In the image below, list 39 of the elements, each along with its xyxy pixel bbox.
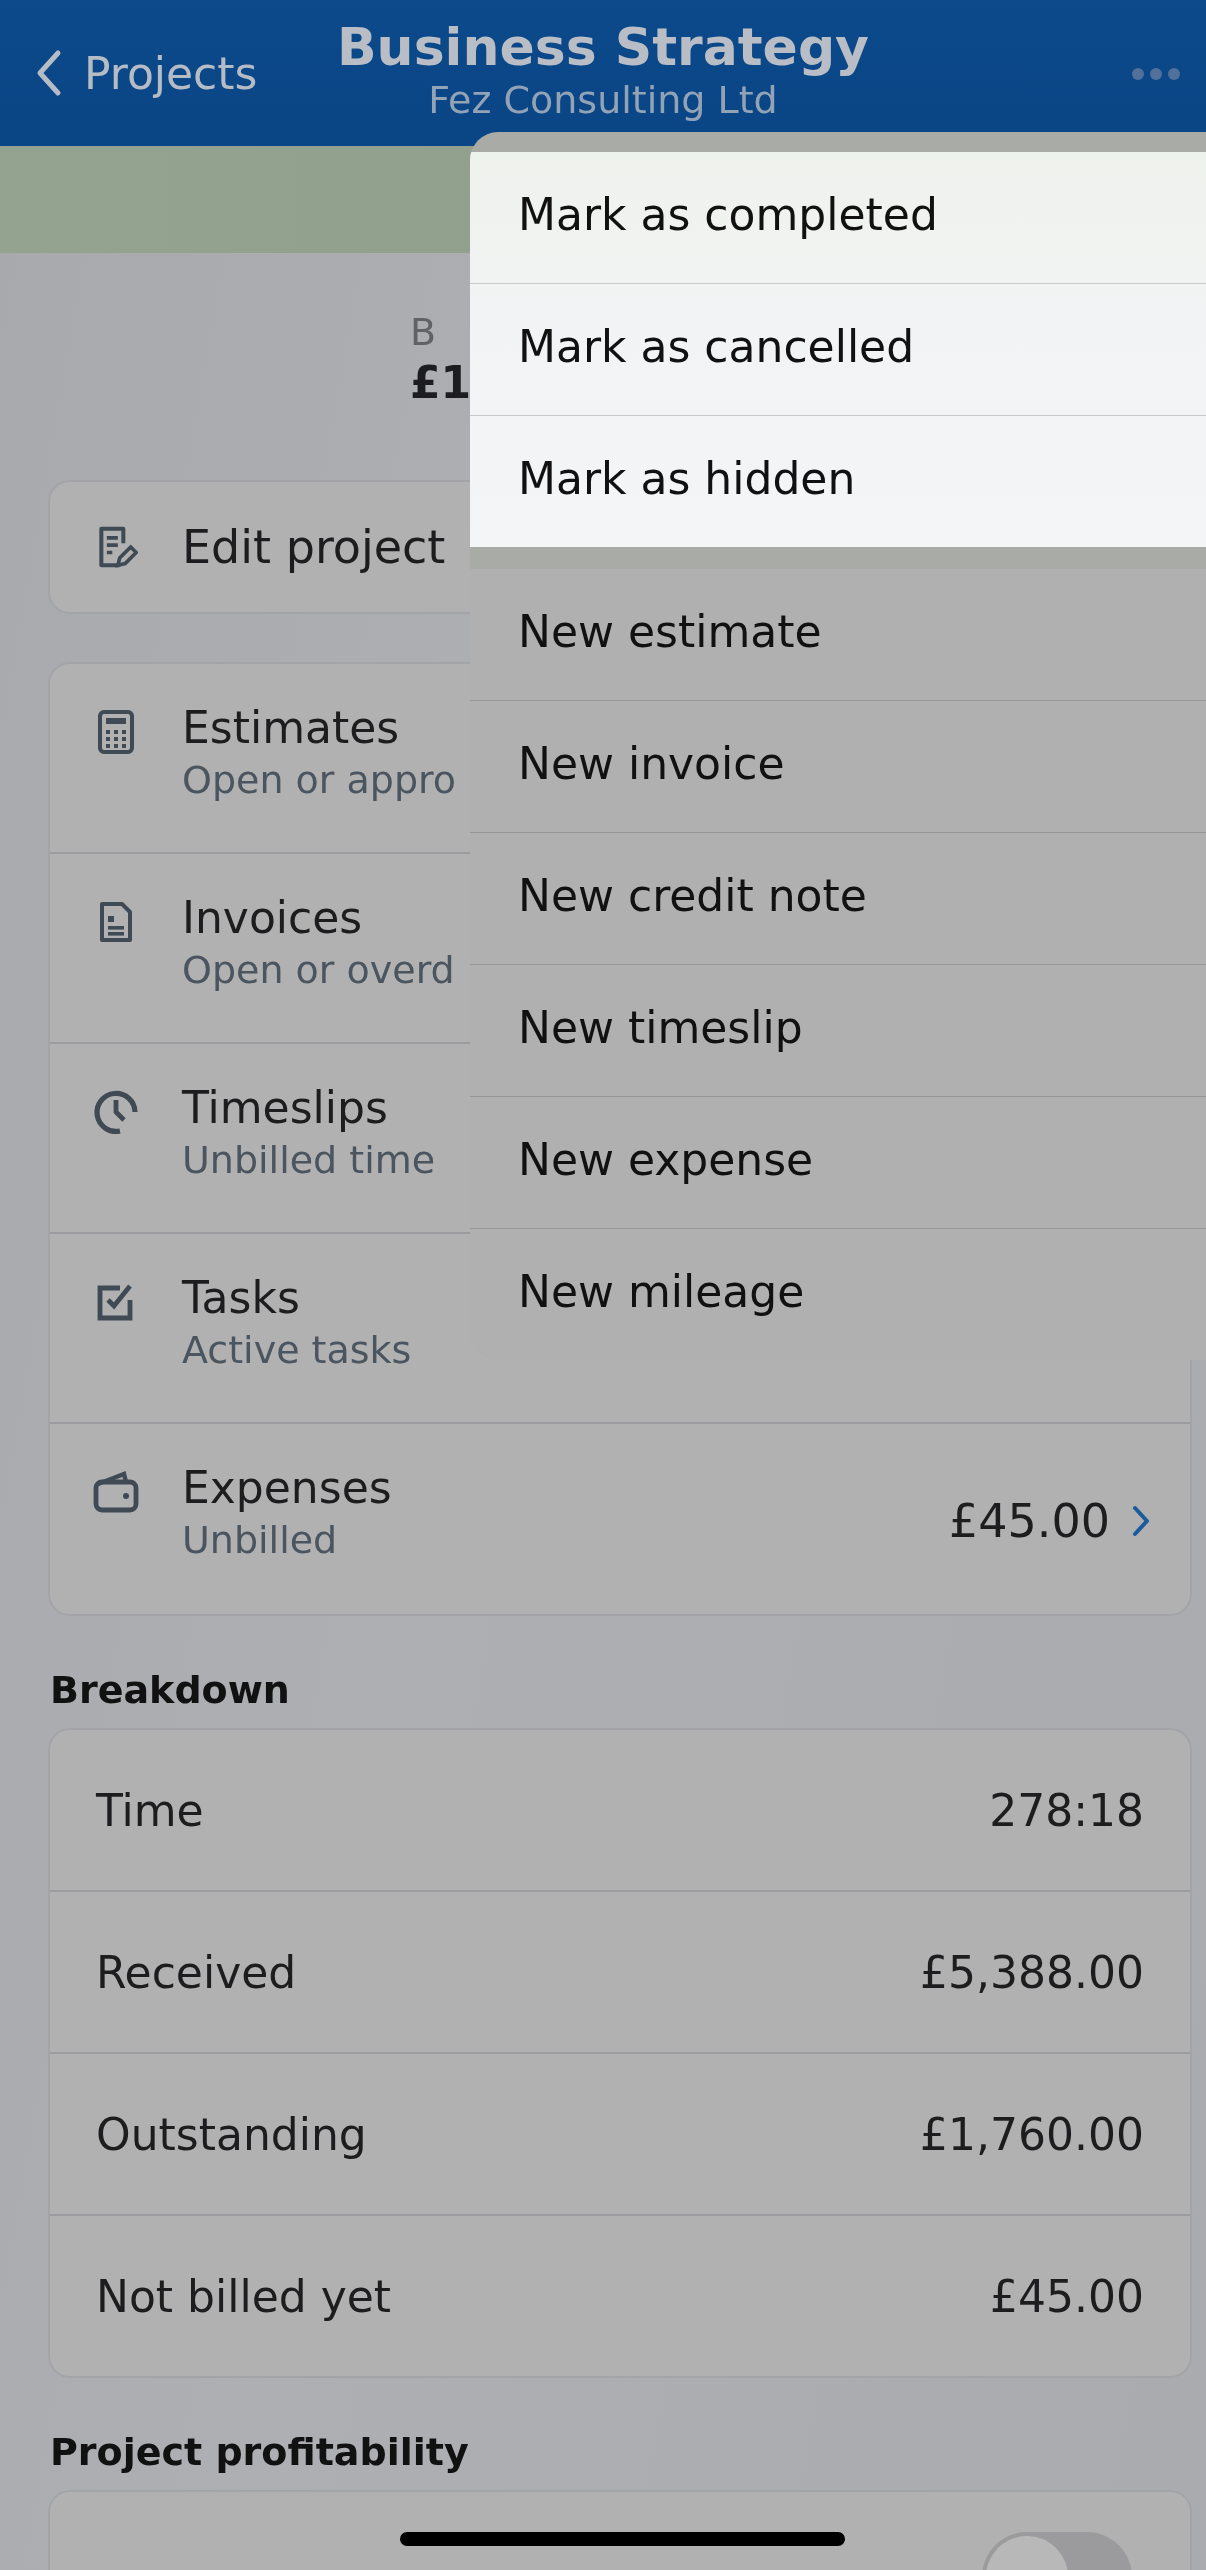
- menu-item[interactable]: New invoice: [470, 701, 1206, 832]
- row-subtitle: Active tasks: [182, 1327, 412, 1374]
- summary-amount: £1: [410, 356, 472, 410]
- breakdown-value: £45.00: [990, 2270, 1144, 2322]
- row-value[interactable]: £45.00: [949, 1494, 1150, 1548]
- back-button[interactable]: Projects: [0, 47, 258, 99]
- row-title: Invoices: [182, 891, 363, 945]
- summary-label: B: [410, 309, 437, 355]
- page-subtitle: Fez Consulting Ltd: [428, 78, 778, 122]
- menu-item[interactable]: Mark as cancelled: [470, 284, 1206, 415]
- breakdown-value: £1,760.00: [920, 2108, 1144, 2160]
- breakdown-label: Not billed yet: [96, 2270, 392, 2322]
- menu-item[interactable]: Mark as completed: [470, 152, 1206, 283]
- section-heading: Breakdown: [50, 1668, 290, 1712]
- breakdown-label: Received: [96, 1946, 297, 1998]
- row-title: Tasks: [182, 1271, 300, 1325]
- chevron-left-icon: [36, 49, 62, 97]
- overview-row[interactable]: Expenses Unbilled £45.00: [50, 1424, 1190, 1614]
- menu-item[interactable]: New estimate: [470, 569, 1206, 700]
- row-title: Expenses: [182, 1461, 392, 1515]
- breakdown-value: 278:18: [989, 1784, 1144, 1836]
- breakdown-value: £5,388.00: [920, 1946, 1144, 1998]
- row-subtitle: Open or overd: [182, 947, 455, 994]
- menu-item[interactable]: New credit note: [470, 833, 1206, 964]
- clock-icon: [92, 1088, 140, 1136]
- menu-item[interactable]: New timeslip: [470, 965, 1206, 1096]
- row-title: Estimates: [182, 701, 400, 755]
- row-subtitle: Unbilled time: [182, 1137, 436, 1184]
- row-title: Timeslips: [182, 1081, 388, 1135]
- menu-item[interactable]: New mileage: [470, 1229, 1206, 1360]
- page-title: Business Strategy: [337, 16, 869, 78]
- breakdown-label: Time: [96, 1784, 204, 1836]
- breakdown-label: Outstanding: [96, 2108, 367, 2160]
- row-subtitle: Open or appro: [182, 757, 457, 804]
- section-heading: Project profitability: [50, 2430, 469, 2474]
- row-subtitle: Unbilled: [182, 1517, 338, 1564]
- menu-item[interactable]: New expense: [470, 1097, 1206, 1228]
- chevron-right-icon: [1132, 1505, 1150, 1537]
- menu-item[interactable]: Mark as hidden: [470, 416, 1206, 547]
